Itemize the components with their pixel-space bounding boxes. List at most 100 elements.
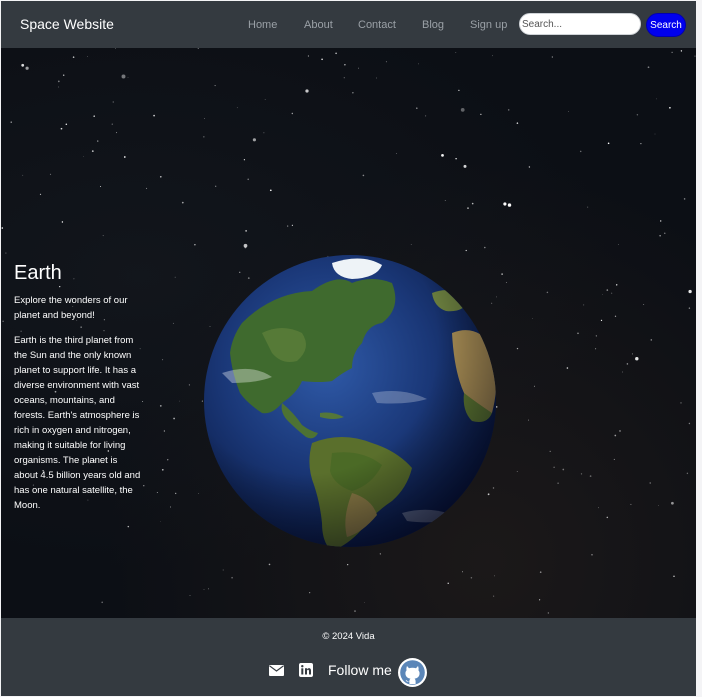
star — [189, 595, 191, 596]
star — [566, 367, 569, 369]
star — [622, 371, 623, 373]
star — [577, 332, 579, 335]
star — [649, 482, 651, 484]
star — [204, 118, 206, 119]
star — [688, 307, 691, 309]
nav-link-home[interactable]: Home — [248, 19, 277, 31]
star — [688, 289, 692, 294]
star — [455, 51, 457, 53]
star — [65, 123, 68, 125]
star — [532, 318, 533, 319]
star — [470, 576, 473, 579]
star — [309, 592, 311, 594]
star — [58, 86, 60, 88]
star — [680, 402, 682, 404]
star — [247, 178, 249, 181]
star — [516, 347, 519, 350]
star — [231, 576, 233, 579]
star — [614, 315, 617, 317]
star — [484, 246, 486, 249]
star — [159, 175, 162, 178]
linkedin-icon[interactable] — [299, 663, 313, 677]
footer: © 2024 Vida Follow me — [1, 618, 696, 696]
star — [153, 114, 155, 117]
star — [396, 153, 397, 155]
star — [492, 55, 493, 57]
star — [557, 482, 559, 484]
star — [161, 468, 164, 471]
star — [347, 564, 349, 566]
star — [505, 282, 507, 283]
star — [143, 485, 145, 487]
nav-link-about[interactable]: About — [304, 19, 333, 31]
nav-link-contact[interactable]: Contact — [358, 19, 396, 31]
star — [611, 292, 613, 294]
star — [606, 289, 609, 291]
star — [307, 55, 309, 57]
star — [630, 503, 632, 505]
star — [683, 198, 686, 200]
star — [416, 107, 418, 109]
star — [568, 110, 569, 112]
mail-icon[interactable] — [269, 665, 284, 676]
star — [49, 173, 52, 176]
star — [410, 244, 412, 246]
star — [444, 200, 446, 202]
star — [172, 322, 174, 324]
star — [654, 133, 656, 135]
star — [121, 74, 126, 79]
hero-section: Earth Explore the wonders of our planet … — [1, 48, 696, 618]
star — [39, 193, 42, 196]
star — [598, 507, 599, 509]
follow-me-label: Follow me — [328, 662, 392, 678]
star — [291, 112, 293, 115]
nav-link-blog[interactable]: Blog — [422, 19, 444, 31]
star — [613, 458, 615, 460]
star — [615, 284, 618, 286]
star — [587, 206, 589, 208]
star — [643, 303, 645, 306]
star — [175, 492, 177, 495]
social-links: Follow me — [1, 656, 696, 688]
star — [465, 249, 467, 252]
star — [263, 132, 265, 134]
star — [115, 48, 116, 49]
star — [619, 430, 621, 432]
star — [579, 150, 582, 153]
star — [243, 159, 246, 161]
star — [358, 67, 359, 69]
search-button[interactable]: Search — [646, 13, 686, 37]
star — [549, 450, 551, 453]
star — [116, 132, 118, 134]
star — [680, 50, 683, 52]
star — [215, 185, 217, 187]
star — [528, 166, 531, 168]
star — [236, 107, 238, 109]
star — [203, 136, 205, 138]
star — [362, 174, 365, 177]
star — [5, 252, 7, 254]
page-scrollbar[interactable] — [697, 0, 702, 697]
star — [57, 80, 60, 83]
star — [463, 164, 467, 168]
copyright-text: © 2024 Vida — [322, 631, 375, 642]
star — [91, 150, 94, 152]
star — [83, 155, 84, 157]
star — [194, 243, 196, 246]
star — [179, 400, 180, 402]
star — [167, 459, 169, 461]
nav-link-signup[interactable]: Sign up — [470, 19, 507, 31]
star — [87, 56, 88, 58]
star — [418, 63, 419, 65]
star — [462, 571, 463, 573]
github-icon[interactable] — [397, 657, 428, 688]
star — [551, 56, 553, 58]
search-input[interactable] — [519, 13, 641, 35]
earth-globe-image[interactable] — [202, 253, 498, 549]
star — [580, 473, 583, 475]
star — [25, 66, 29, 70]
star — [162, 359, 164, 361]
star — [425, 115, 427, 117]
star — [671, 51, 673, 54]
star — [636, 114, 639, 116]
